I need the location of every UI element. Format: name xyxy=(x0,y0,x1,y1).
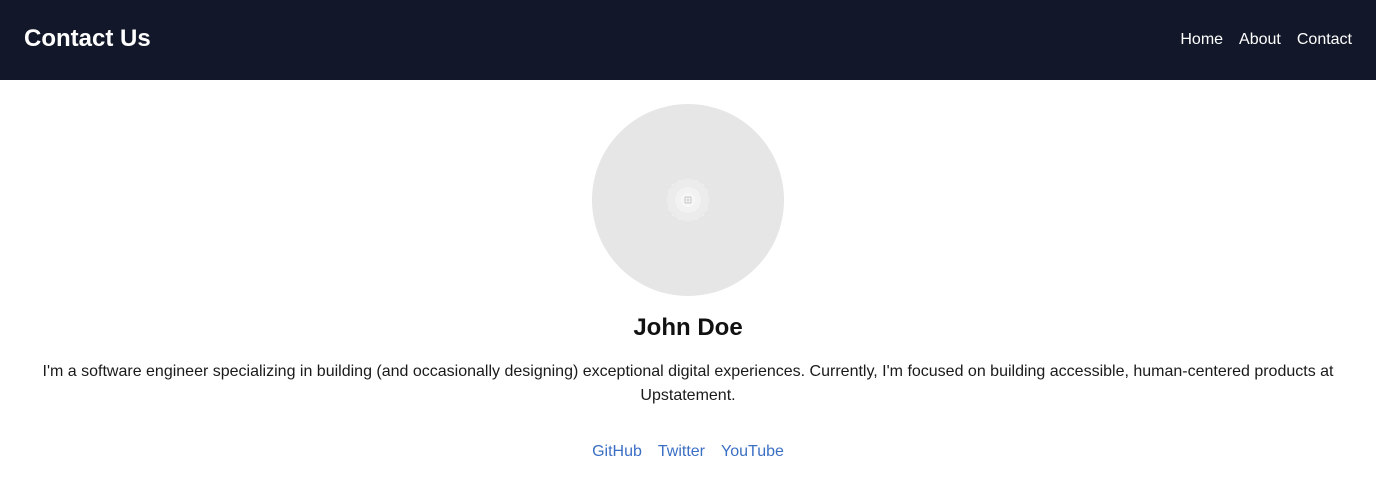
profile-section: John Doe I'm a software engineer special… xyxy=(0,80,1376,488)
avatar xyxy=(592,104,784,296)
main-nav: Home About Contact xyxy=(1180,29,1352,51)
site-header: Contact Us Home About Contact xyxy=(0,0,1376,80)
profile-bio: I'm a software engineer specializing in … xyxy=(42,363,1334,404)
twitter-link[interactable]: Twitter xyxy=(658,440,705,464)
youtube-link[interactable]: YouTube xyxy=(721,440,784,464)
nav-link-home[interactable]: Home xyxy=(1180,29,1223,51)
image-placeholder-icon xyxy=(666,178,710,222)
nav-link-about[interactable]: About xyxy=(1239,29,1281,51)
nav-link-contact[interactable]: Contact xyxy=(1297,29,1352,51)
github-link[interactable]: GitHub xyxy=(592,440,642,464)
site-title: Contact Us xyxy=(24,25,151,52)
social-links: GitHub Twitter YouTube xyxy=(0,440,1376,464)
profile-name: John Doe xyxy=(633,314,743,341)
